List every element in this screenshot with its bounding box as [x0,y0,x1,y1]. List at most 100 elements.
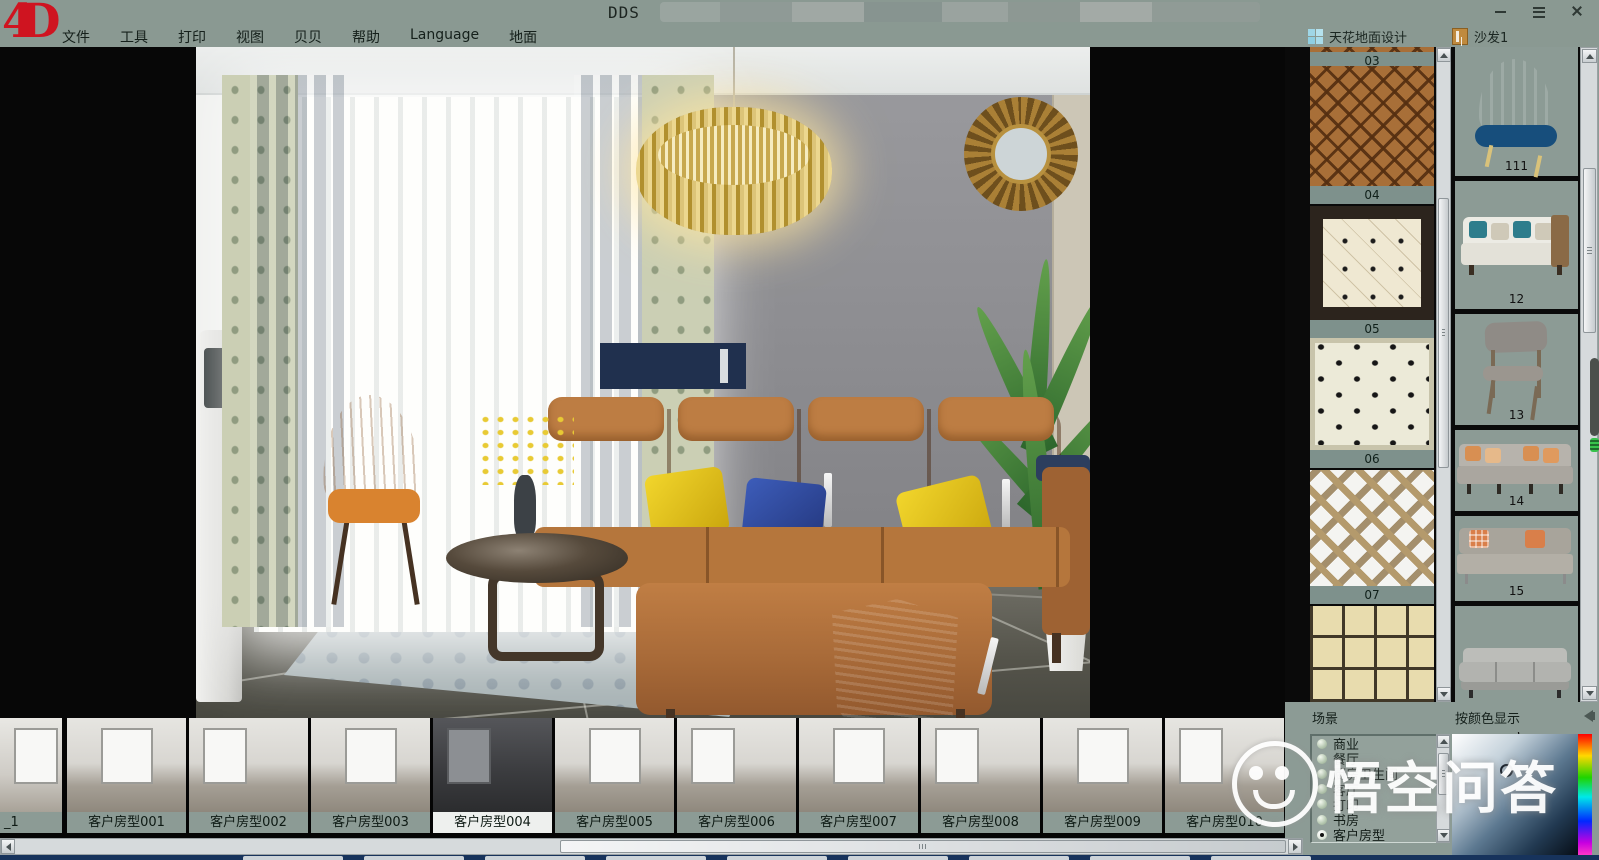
furniture-item-15[interactable]: 15 [1455,516,1578,601]
tab-label: 沙发1 [1474,27,1508,46]
bottom-horizontal-scrollbar[interactable] [0,838,1303,855]
thumbnail-room-006[interactable]: 客户房型006 [677,718,796,833]
furniture-item-14[interactable]: 14 [1455,430,1578,511]
radio-icon [1317,784,1327,794]
thumbnail-room-009[interactable]: 客户房型009 [1043,718,1162,833]
scene-option-commercial[interactable]: 商业 [1312,736,1436,751]
window-title: DDS [608,3,640,22]
thumbnail-room-003[interactable]: 客户房型003 [311,718,430,833]
menu-language[interactable]: Language [410,27,479,47]
scroll-right-button[interactable] [1288,839,1302,854]
scene-header-bar: 场景 按颜色显示 [1285,702,1599,732]
furniture-item-13[interactable]: 13 [1455,314,1578,425]
scrollbar-thumb[interactable] [560,840,1286,853]
menu-view[interactable]: 视图 [236,27,264,47]
room-photo [1043,718,1162,812]
tile-label: 07 [1310,586,1434,604]
round-coffee-table [446,533,628,583]
scrollbar-thumb[interactable] [1583,168,1596,333]
thumbnail-room-008[interactable]: 客户房型008 [921,718,1040,833]
speaker-icon[interactable] [1581,710,1595,722]
furniture-item-12[interactable]: 12 [1455,181,1578,309]
render-viewport[interactable] [0,47,1285,718]
close-icon[interactable] [1569,3,1585,19]
scene-category-list: 商业 餐厅 厨房卫生间 客厅 打印 书房 客户房型 [1310,734,1436,843]
menu-help[interactable]: 帮助 [352,27,380,47]
radio-icon [1317,739,1327,749]
room-photo [433,718,552,812]
menu-beibei[interactable]: 贝贝 [294,27,322,47]
scroll-left-button[interactable] [1,839,15,854]
radio-icon [1317,799,1327,809]
restore-icon[interactable] [1531,3,1547,19]
thumbnail-partial[interactable]: _1 [0,718,62,833]
tab-sofa1[interactable]: 沙发1 [1452,25,1508,47]
blue-curtain-left [250,75,344,627]
tile-item-05[interactable]: 05 [1310,206,1434,338]
title-bar: DDS [0,0,1599,25]
tile-item-07[interactable]: 07 [1310,470,1434,604]
scrollbar-thumb[interactable] [1438,753,1449,795]
room-thumbnail-strip: _1 客户房型001 客户房型002 客户房型003 客户房型004 客户房型0… [0,718,1285,838]
scene-option-print[interactable]: 打印 [1312,797,1436,812]
thumbnail-room-002[interactable]: 客户房型002 [189,718,308,833]
thumbnail-room-001[interactable]: 客户房型001 [67,718,186,833]
tile-label: 05 [1310,320,1434,338]
blurred-title-region [660,2,1260,22]
app-logo: 4D [2,0,58,48]
tile-panel-scrollbar[interactable] [1436,47,1451,702]
navy-console [600,343,746,389]
overlay-scrollbar-thumb[interactable] [1590,358,1599,436]
scroll-up-button[interactable] [1437,48,1451,62]
room-photo [555,718,674,812]
room-photo [67,718,186,812]
scroll-up-button[interactable] [1437,735,1450,748]
tile-item-06[interactable]: 06 [1310,338,1434,468]
tile-item-08-partial[interactable] [1310,606,1434,702]
room-photo [921,718,1040,812]
chair-icon [1452,28,1468,45]
furniture-label: 111 [1455,159,1578,173]
scene-list-scrollbar[interactable] [1436,734,1450,843]
thumbnail-room-010[interactable]: 客户房型010 [1165,718,1284,833]
furniture-item-111[interactable]: 111 [1455,47,1578,176]
room-photo [799,718,918,812]
radio-icon [1317,769,1327,779]
room-photo [311,718,430,812]
thumbnail-room-004[interactable]: 客户房型004 [433,718,552,833]
menu-file[interactable]: 文件 [62,27,90,47]
tile-item-04[interactable]: 04 [1310,66,1434,204]
application-window: DDS 4D 文件 工具 打印 视图 贝贝 帮助 Language 地面 天花地… [0,0,1599,860]
blue-throw-blanket [832,599,958,718]
thumbnail-room-005[interactable]: 客户房型005 [555,718,674,833]
scene-option-customer-rooms[interactable]: 客户房型 [1312,827,1436,842]
tab-ceiling-floor-design[interactable]: 天花地面设计 [1308,25,1407,47]
room-render-image [196,47,1090,718]
tile-label: 04 [1310,186,1434,204]
room-photo [1165,718,1284,812]
color-gradient-picker[interactable] [1452,734,1578,855]
crystal-chandelier [636,107,832,235]
minimize-icon[interactable] [1493,3,1509,19]
room-photo [677,718,796,812]
thumbnail-room-007[interactable]: 客户房型007 [799,718,918,833]
scrollbar-thumb[interactable] [1438,198,1449,468]
color-display-title: 按颜色显示 [1455,708,1520,727]
scene-option-kitchen-bath[interactable]: 厨房卫生间 [1312,766,1436,781]
menu-tools[interactable]: 工具 [120,27,148,47]
tile-label: 06 [1310,450,1434,468]
taskbar-strip [0,855,1599,860]
menu-floor[interactable]: 地面 [509,27,537,47]
scroll-down-button[interactable] [1437,829,1450,842]
scroll-down-button[interactable] [1437,687,1451,701]
scroll-down-button[interactable] [1582,686,1597,700]
menu-print[interactable]: 打印 [178,27,206,47]
scene-panel-title: 场景 [1312,708,1338,727]
room-photo [189,718,308,812]
picker-marker[interactable] [1500,764,1513,777]
scene-option-living-room[interactable]: 客厅 [1312,782,1436,797]
scroll-up-button[interactable] [1582,49,1597,63]
room-photo [0,718,62,812]
hue-bar[interactable] [1578,734,1592,855]
furniture-panel: 111 12 13 14 15 [1452,47,1580,702]
